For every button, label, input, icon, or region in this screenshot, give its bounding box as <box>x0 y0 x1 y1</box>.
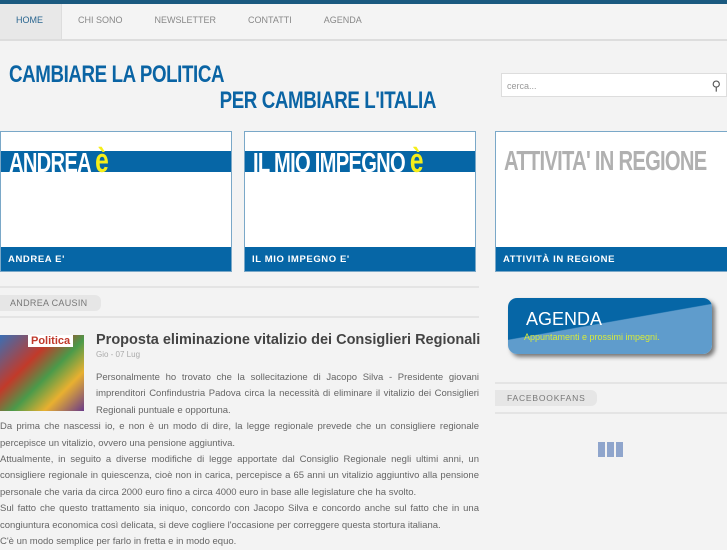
article-title[interactable]: Proposta eliminazione vitalizio dei Cons… <box>96 332 480 348</box>
agenda-subtitle: Appuntamenti e prossimi impegni. <box>524 332 660 342</box>
loading-icon <box>598 442 623 457</box>
divider <box>0 286 479 288</box>
banner-label[interactable]: IL MIO IMPEGNO E' <box>245 247 475 271</box>
agenda-banner[interactable]: AGENDA Appuntamenti e prossimi impegni. <box>508 298 712 354</box>
nav-contatti[interactable]: CONTATTI <box>232 4 308 39</box>
nav-home[interactable]: HOME <box>0 4 62 39</box>
paragraph: Sul fatto che questo trattamento sia ini… <box>0 503 479 531</box>
main-nav: HOME CHI SONO NEWSLETTER CONTATTI AGENDA <box>0 4 727 41</box>
banner-attivita[interactable]: ATTIVITA' IN REGIONE ATTIVITÀ IN REGIONE <box>495 131 727 272</box>
logo-line-1: CAMBIARE LA POLITICA <box>9 61 225 88</box>
banner-heading: ATTIVITA' IN REGIONE <box>504 145 707 176</box>
nav-newsletter[interactable]: NEWSLETTER <box>139 4 233 39</box>
banner-label[interactable]: ATTIVITÀ IN REGIONE <box>496 247 727 271</box>
article-body: Personalmente ho trovato che la sollecit… <box>0 370 479 550</box>
site-logo[interactable]: CAMBIARE LA POLITICA PER CAMBIARE L'ITAL… <box>9 62 436 114</box>
nav-agenda[interactable]: AGENDA <box>308 4 378 39</box>
banner-impegno[interactable]: IL MIO IMPEGNO è IL MIO IMPEGNO E' <box>244 131 476 272</box>
search-placeholder: cerca... <box>507 81 537 91</box>
divider <box>0 316 479 318</box>
paragraph: Da prima che nascessi io, e non è un mod… <box>0 421 479 449</box>
paragraph: C'è un modo semplice per farlo in fretta… <box>0 536 237 548</box>
section-tab: ANDREA CAUSIN <box>0 295 101 311</box>
facebook-tab: FACEBOOKFANS <box>495 390 597 406</box>
search-icon[interactable]: ⚲ <box>711 78 721 94</box>
thumb-text: Politica <box>28 335 74 347</box>
nav-chi-sono[interactable]: CHI SONO <box>62 4 139 39</box>
banner-andrea[interactable]: ANDREA è ANDREA E' <box>0 131 232 272</box>
search-input[interactable]: cerca... ⚲ <box>501 73 727 97</box>
divider <box>495 412 727 414</box>
paragraph: Attualmente, in seguito a diverse modifi… <box>0 454 479 498</box>
banner-heading: IL MIO IMPEGNO è <box>253 142 423 180</box>
banner-heading: ANDREA è <box>9 142 109 180</box>
agenda-title: AGENDA <box>526 309 603 329</box>
article-date: Gio - 07 Lug <box>96 350 141 359</box>
divider <box>495 382 727 384</box>
banner-label[interactable]: ANDREA E' <box>1 247 231 271</box>
paragraph: Personalmente ho trovato che la sollecit… <box>96 372 479 416</box>
logo-line-2: PER CAMBIARE L'ITALIA <box>219 87 437 114</box>
